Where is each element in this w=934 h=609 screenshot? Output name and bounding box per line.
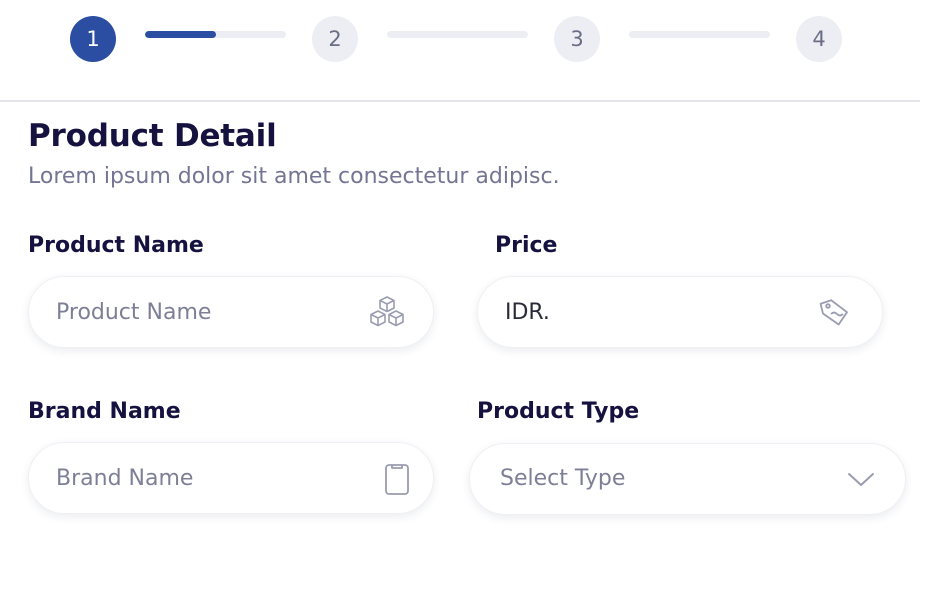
brand-name-field[interactable] <box>28 442 434 514</box>
progress-track-1 <box>145 31 286 38</box>
product-name-field[interactable] <box>28 276 434 348</box>
progress-fill-1 <box>145 31 216 38</box>
header-divider <box>0 100 920 102</box>
brand-name-input[interactable] <box>56 457 356 499</box>
progress-track-3 <box>629 31 770 38</box>
brand-name-label: Brand Name <box>28 399 181 424</box>
step-3[interactable]: 3 <box>554 16 600 62</box>
clipboard-icon <box>378 460 416 498</box>
step-1[interactable]: 1 <box>70 16 116 62</box>
chevron-down-icon[interactable] <box>842 460 880 498</box>
price-input[interactable] <box>505 291 805 333</box>
product-form-page: 1 2 3 4 Product Detail Lorem ipsum dolor… <box>0 0 934 609</box>
boxes-icon <box>368 294 406 332</box>
product-name-label: Product Name <box>28 233 204 258</box>
product-type-select[interactable]: Select Type <box>469 443 906 515</box>
price-field[interactable] <box>477 276 883 348</box>
step-2[interactable]: 2 <box>312 16 358 62</box>
product-name-input[interactable] <box>56 291 356 333</box>
price-tag-icon <box>815 294 853 332</box>
page-title: Product Detail <box>28 118 277 154</box>
progress-track-2 <box>387 31 528 38</box>
page-subtitle: Lorem ipsum dolor sit amet consectetur a… <box>28 164 560 189</box>
product-type-selected-value: Select Type <box>500 466 626 491</box>
step-4[interactable]: 4 <box>796 16 842 62</box>
product-type-label: Product Type <box>477 399 640 424</box>
price-label: Price <box>495 233 558 258</box>
